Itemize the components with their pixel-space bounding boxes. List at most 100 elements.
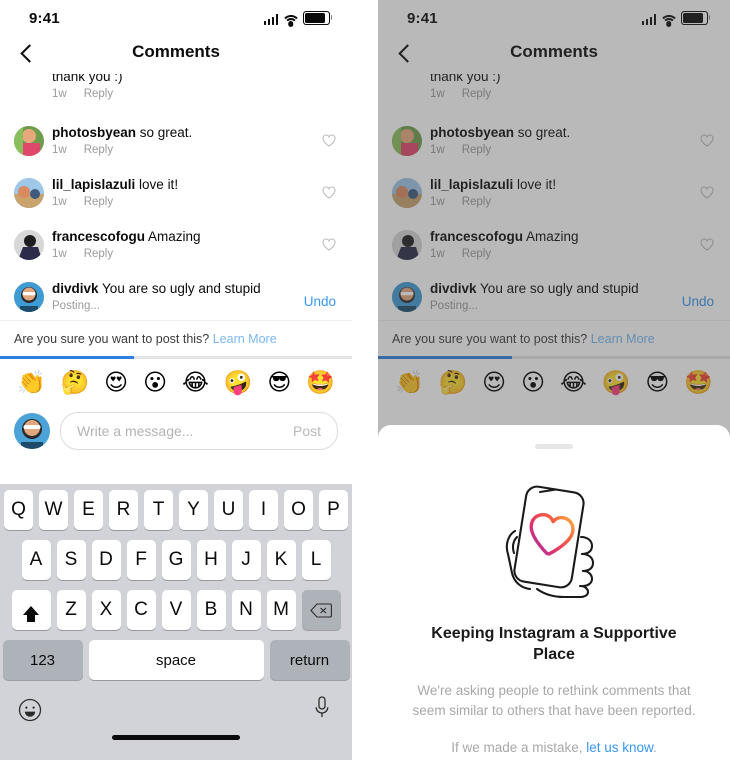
page-title: Comments (510, 42, 598, 61)
emoji-button[interactable]: 😍 (104, 369, 128, 397)
key-x[interactable]: X (91, 590, 121, 630)
heart-outline-icon[interactable] (700, 238, 714, 251)
key-o[interactable]: O (284, 490, 313, 530)
key-m[interactable]: M (266, 590, 296, 630)
phone-screen-right: 9:41 Comments thank you :) 1w Reply phot… (378, 0, 730, 760)
comment-text: photosbyean so great. (430, 125, 571, 140)
drag-handle[interactable] (535, 444, 573, 449)
key-n[interactable]: N (231, 590, 261, 630)
avatar[interactable] (14, 230, 44, 260)
avatar[interactable] (392, 282, 422, 312)
message-input[interactable]: Write a message... Post (60, 411, 338, 450)
comment-reply-button[interactable]: Reply (462, 248, 491, 260)
key-r[interactable]: R (109, 490, 138, 530)
key-e[interactable]: E (74, 490, 103, 530)
numbers-key[interactable]: 123 (2, 640, 83, 680)
comment-text: divdivk You are so ugly and stupid (52, 281, 261, 296)
emoji-button[interactable]: 🤔 (439, 369, 468, 397)
footer-suffix: . (653, 740, 657, 755)
key-z[interactable]: Z (56, 590, 86, 630)
comment-username[interactable]: photosbyean (430, 125, 514, 140)
key-u[interactable]: U (214, 490, 243, 530)
battery-icon (681, 11, 711, 25)
cellular-signal-icon (263, 14, 278, 25)
post-button[interactable]: Post (293, 423, 321, 439)
comment-time: 1w (430, 196, 445, 208)
comment-reply-button[interactable]: Reply (462, 144, 491, 156)
let-us-know-link[interactable]: let us know (586, 740, 653, 755)
avatar[interactable] (392, 178, 422, 208)
keyboard-bottom-bar (0, 690, 352, 752)
key-k[interactable]: K (266, 540, 296, 580)
emoji-button[interactable]: 🤪 (602, 369, 631, 397)
smiley-face-icon[interactable] (18, 698, 42, 722)
comment-username[interactable]: divdivk (52, 281, 99, 296)
avatar[interactable] (14, 282, 44, 312)
heart-outline-icon[interactable] (322, 186, 336, 199)
shift-arrow-icon[interactable] (11, 590, 51, 630)
key-w[interactable]: W (39, 490, 68, 530)
key-h[interactable]: H (196, 540, 226, 580)
undo-button[interactable]: Undo (682, 294, 714, 309)
return-key[interactable]: return (269, 640, 350, 680)
heart-outline-icon[interactable] (322, 238, 336, 251)
key-v[interactable]: V (161, 590, 191, 630)
emoji-button[interactable]: 😎 (267, 369, 291, 397)
key-i[interactable]: I (249, 490, 278, 530)
comment-username[interactable]: lil_lapislazuli (52, 177, 135, 192)
posting-progress-bar (378, 356, 730, 359)
key-j[interactable]: J (231, 540, 261, 580)
comment-username[interactable]: divdivk (430, 281, 477, 296)
key-g[interactable]: G (161, 540, 191, 580)
avatar[interactable] (14, 126, 44, 156)
emoji-button[interactable]: 🤔 (61, 369, 90, 397)
avatar[interactable] (392, 126, 422, 156)
space-key[interactable]: space (88, 640, 264, 680)
emoji-button[interactable]: 😂 (560, 369, 587, 397)
comment-username[interactable]: francescofogu (430, 229, 523, 244)
key-d[interactable]: D (91, 540, 121, 580)
emoji-button[interactable]: 😮 (521, 369, 545, 397)
comment-reply-button[interactable]: Reply (84, 88, 113, 100)
comment-reply-button[interactable]: Reply (84, 144, 113, 156)
emoji-button[interactable]: 🤪 (224, 369, 253, 397)
heart-outline-icon[interactable] (700, 134, 714, 147)
heart-outline-icon[interactable] (700, 186, 714, 199)
wifi-icon (281, 14, 300, 27)
comment-time: 1w (52, 88, 67, 100)
comment-username[interactable]: lil_lapislazuli (430, 177, 513, 192)
emoji-button[interactable]: 😂 (182, 369, 209, 397)
key-y[interactable]: Y (179, 490, 208, 530)
comment-reply-button[interactable]: Reply (462, 196, 491, 208)
key-t[interactable]: T (144, 490, 173, 530)
avatar[interactable] (392, 230, 422, 260)
microphone-icon[interactable] (314, 696, 330, 722)
learn-more-link[interactable]: Learn More (591, 332, 655, 346)
emoji-button[interactable]: 🤩 (306, 369, 335, 397)
key-b[interactable]: B (196, 590, 226, 630)
backspace-icon[interactable] (301, 590, 341, 630)
emoji-button[interactable]: 😍 (482, 369, 506, 397)
undo-button[interactable]: Undo (304, 294, 336, 309)
warning-message: Are you sure you want to post this? (14, 332, 210, 346)
key-a[interactable]: A (21, 540, 51, 580)
key-c[interactable]: C (126, 590, 156, 630)
comment-username[interactable]: photosbyean (52, 125, 136, 140)
comment-username[interactable]: francescofogu (52, 229, 145, 244)
key-p[interactable]: P (319, 490, 348, 530)
key-q[interactable]: Q (4, 490, 33, 530)
emoji-button[interactable]: 😎 (645, 369, 669, 397)
avatar[interactable] (14, 178, 44, 208)
comment-reply-button[interactable]: Reply (84, 248, 113, 260)
key-l[interactable]: L (301, 540, 331, 580)
emoji-button[interactable]: 👏 (395, 369, 424, 397)
comment-reply-button[interactable]: Reply (84, 196, 113, 208)
key-f[interactable]: F (126, 540, 156, 580)
emoji-button[interactable]: 👏 (17, 369, 46, 397)
emoji-button[interactable]: 😮 (143, 369, 167, 397)
emoji-button[interactable]: 🤩 (684, 369, 713, 397)
heart-outline-icon[interactable] (322, 134, 336, 147)
comment-reply-button[interactable]: Reply (462, 88, 491, 100)
learn-more-link[interactable]: Learn More (213, 332, 277, 346)
key-s[interactable]: S (56, 540, 86, 580)
